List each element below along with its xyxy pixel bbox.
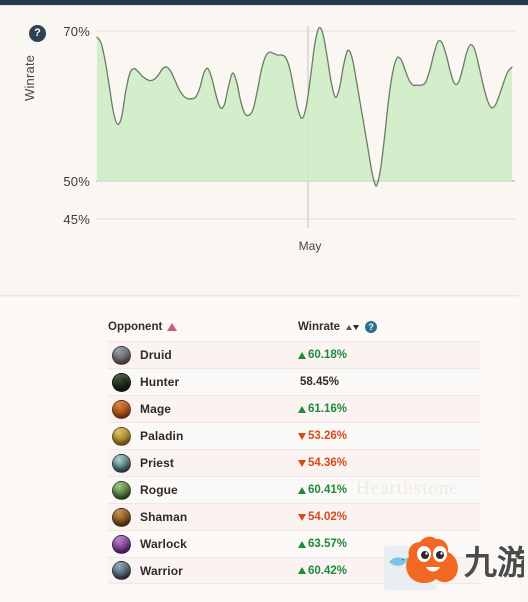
- cell-opponent: Mage: [108, 399, 298, 419]
- winrate-value: 54.36%: [308, 457, 348, 469]
- trend-up-icon: [298, 405, 306, 413]
- cell-opponent: Hunter: [108, 372, 298, 392]
- cell-winrate: 53.26%: [298, 430, 347, 442]
- opponent-class-label: Druid: [140, 348, 172, 362]
- x-tick-label-may: May: [298, 239, 322, 253]
- cell-opponent: Druid: [108, 345, 298, 365]
- table-row[interactable]: Priest 54.36%: [108, 449, 480, 476]
- table-header-row: Opponent Winrate ?: [108, 317, 480, 341]
- winrate-value: 60.18%: [308, 349, 348, 361]
- winrate-value: 63.57%: [308, 538, 348, 550]
- winrate-value: 60.41%: [308, 484, 348, 496]
- opponent-class-label: Mage: [140, 402, 172, 416]
- opponent-class-label: Priest: [140, 456, 174, 470]
- app-root: ? Winrate 70% 50% 45% May Opponent Winra…: [0, 0, 528, 602]
- class-portrait-icon: [112, 561, 131, 580]
- winrate-chart-panel: ? Winrate 70% 50% 45% May: [0, 6, 519, 296]
- cell-winrate: 54.02%: [298, 511, 347, 523]
- cell-opponent: Paladin: [108, 426, 298, 446]
- cell-winrate: 63.57%: [298, 538, 347, 550]
- cell-winrate: 60.42%: [298, 565, 347, 577]
- table-row[interactable]: Warlock 63.57%: [108, 530, 480, 557]
- opponent-class-label: Warrior: [140, 563, 183, 578]
- trend-down-icon: [298, 513, 306, 521]
- sort-both-icon[interactable]: [346, 324, 360, 330]
- trend-down-icon: [298, 459, 306, 467]
- trend-down-icon: [298, 432, 306, 440]
- cell-winrate: 60.41%: [298, 484, 347, 496]
- class-portrait-icon: [112, 345, 131, 365]
- opponent-table-area: Opponent Winrate ? Druid 60.18% Hunter 58.4…: [0, 297, 519, 602]
- column-header-winrate[interactable]: Winrate ?: [298, 321, 378, 333]
- table-row[interactable]: Hunter 58.45%: [108, 368, 480, 395]
- table-body: Druid 60.18% Hunter 58.45% Mage 61.16% Paladin…: [108, 341, 480, 584]
- cell-opponent: Shaman: [108, 507, 298, 527]
- winrate-value: 60.42%: [308, 564, 348, 577]
- cell-opponent: Rogue: [108, 480, 298, 500]
- winrate-value: 61.16%: [308, 403, 348, 415]
- trend-up-icon: [298, 486, 306, 494]
- winrate-value: 54.02%: [308, 511, 348, 523]
- class-portrait-icon: [112, 534, 131, 554]
- winrate-value: 53.26%: [308, 430, 348, 442]
- table-row[interactable]: Mage 61.16%: [108, 395, 480, 422]
- opponent-class-label: Paladin: [140, 429, 184, 443]
- cell-winrate: 58.45%: [298, 376, 339, 388]
- class-portrait-icon: [112, 453, 131, 473]
- cell-opponent: Warrior: [108, 561, 298, 580]
- opponent-class-label: Hunter: [140, 375, 180, 389]
- opponent-class-label: Shaman: [140, 510, 188, 524]
- column-header-opponent-label: Opponent: [108, 321, 163, 333]
- class-portrait-icon: [112, 480, 131, 500]
- cell-winrate: 54.36%: [298, 457, 347, 469]
- class-portrait-icon: [112, 372, 131, 392]
- sort-ascending-icon[interactable]: [167, 323, 178, 331]
- opponent-winrate-table: Opponent Winrate ? Druid 60.18% Hunter 58.4…: [108, 317, 480, 584]
- trend-up-icon: [298, 540, 306, 548]
- cell-opponent: Priest: [108, 453, 298, 473]
- table-row[interactable]: Paladin 53.26%: [108, 422, 480, 449]
- class-portrait-icon: [112, 399, 131, 419]
- sort-up-arrow-icon: [346, 324, 353, 330]
- table-row[interactable]: Druid 60.18%: [108, 341, 480, 368]
- winrate-value: 58.45%: [300, 376, 340, 388]
- cell-winrate: 60.18%: [298, 349, 347, 361]
- winrate-area-chart[interactable]: [0, 6, 519, 246]
- column-header-opponent[interactable]: Opponent: [108, 321, 298, 333]
- class-portrait-icon: [112, 507, 131, 527]
- opponent-class-label: Warlock: [140, 537, 187, 551]
- opponent-class-label: Rogue: [140, 483, 178, 497]
- table-row[interactable]: Shaman 54.02%: [108, 503, 480, 530]
- trend-up-icon: [298, 351, 306, 359]
- class-portrait-icon: [112, 426, 131, 446]
- winrate-area-fill: [97, 27, 512, 186]
- sort-down-arrow-icon: [353, 324, 360, 330]
- trend-up-icon: [298, 567, 306, 574]
- table-row[interactable]: Rogue 60.41%: [108, 476, 480, 503]
- winrate-help-icon[interactable]: ?: [365, 321, 378, 333]
- column-header-winrate-label: Winrate: [298, 321, 341, 333]
- table-row[interactable]: Warrior 60.42%: [108, 557, 480, 584]
- cell-winrate: 61.16%: [298, 403, 347, 415]
- cell-opponent: Warlock: [108, 534, 298, 554]
